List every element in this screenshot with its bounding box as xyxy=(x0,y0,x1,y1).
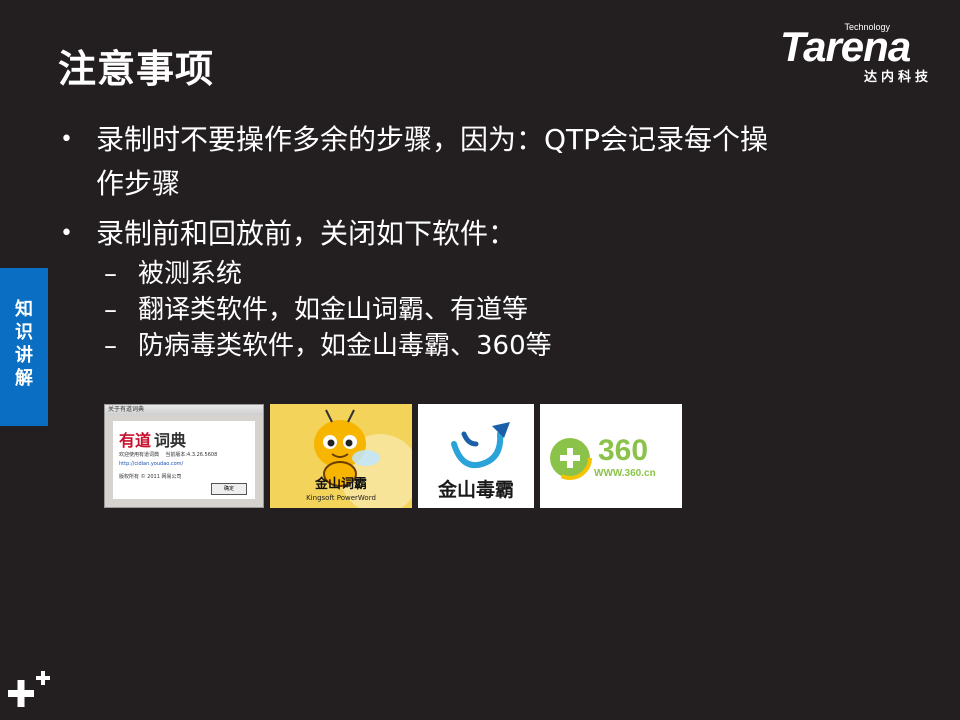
sub-bullet-marker: – xyxy=(104,259,117,289)
sub-bullet-text: 被测系统 xyxy=(138,259,243,289)
youdao-logo: 有道 词典 xyxy=(119,431,187,450)
dialog-body: 有道 词典 欢迎使用有道词典 当前版本:4.3.26.5608 http://ci… xyxy=(113,421,255,499)
bullet-list: • 录制时不要操作多余的步骤，因为：QTP会记录每个操 作步骤 • 录制前和回放… xyxy=(60,118,890,364)
tarena-logo: Technology Tarena 达内科技 xyxy=(778,22,948,85)
duba-brand: 金山毒霸 xyxy=(437,479,514,501)
kingsoft-ciba-image: 金山词霸 Kingsoft PowerWord xyxy=(270,404,412,508)
bullet-text: 录制前和回放前，关闭如下软件： xyxy=(96,217,517,250)
sub-bullet-item: – 防病毒类软件，如金山毒霸、360等 xyxy=(60,328,890,364)
bullet-item: • 录制时不要操作多余的步骤，因为：QTP会记录每个操 作步骤 xyxy=(60,118,890,206)
youdao-welcome: 欢迎使用有道词典 当前版本:4.3.26.5608 xyxy=(119,452,218,458)
q360-image: 360 WWW.360.cn xyxy=(540,404,682,508)
youdao-copyright: 版权所有 © 2011 网易公司 xyxy=(119,474,182,480)
sub-bullet-item: – 被测系统 xyxy=(60,256,890,292)
sub-bullet-marker: – xyxy=(104,295,117,325)
bullet-item: • 录制前和回放前，关闭如下软件： xyxy=(60,212,890,256)
bullet-text: 录制时不要操作多余的步骤，因为：QTP会记录每个操 xyxy=(96,123,769,156)
q360-plus-icon xyxy=(548,436,592,480)
side-tab-label: 知识讲解 xyxy=(15,299,33,389)
youdao-ok-button: 确定 xyxy=(211,483,247,495)
q360-number: 360 xyxy=(598,434,649,467)
logo-chinese: 达内科技 xyxy=(863,70,932,85)
sub-bullet-text: 防病毒类软件，如金山毒霸、360等 xyxy=(138,331,552,361)
youdao-dialog-image: 关于有道词典 有道 词典 欢迎使用有道词典 当前版本:4.3.26.5608 ht… xyxy=(104,404,264,508)
slide-title: 注意事项 xyxy=(58,47,215,91)
sub-bullet-item: – 翻译类软件，如金山词霸、有道等 xyxy=(60,292,890,328)
dialog-title-bar: 关于有道词典 xyxy=(105,405,263,415)
ciba-brand: 金山词霸 xyxy=(314,477,367,492)
youdao-url: http://cidian.youdao.com/ xyxy=(119,461,184,467)
bullet-marker: • xyxy=(60,127,73,152)
side-tab-knowledge: 知识讲解 xyxy=(0,268,48,426)
plus-decoration-icon xyxy=(8,671,50,707)
bullet-marker: • xyxy=(60,221,73,246)
sub-bullet-text: 翻译类软件，如金山词霸、有道等 xyxy=(138,295,529,325)
logo-wordmark: Tarena xyxy=(780,23,911,70)
bullet-text-continued: 作步骤 xyxy=(96,167,181,200)
q360-url: WWW.360.cn xyxy=(594,468,656,479)
ciba-sub: Kingsoft PowerWord xyxy=(306,494,376,502)
sub-bullet-marker: – xyxy=(104,331,117,361)
bee-mascot-icon xyxy=(270,404,412,508)
kingsoft-duba-image: 金山毒霸 xyxy=(418,404,534,508)
